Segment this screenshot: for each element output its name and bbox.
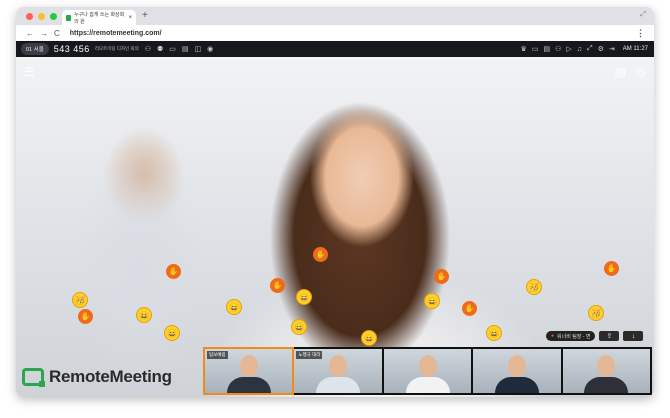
participants-icon[interactable]: ⚇ xyxy=(555,45,561,53)
share-icon: ⇪ xyxy=(606,333,613,340)
participant-body xyxy=(316,377,361,393)
party-emoji-icon: 🥳 xyxy=(526,279,542,295)
mic-icon[interactable]: ♫ xyxy=(577,46,582,53)
main-video: ☰ ▤ ◎ ✋ ✋ ✋ ✋ ✋ ✋ ✋ 😄 🥳 😄 😄 😄 😄 😄 😄 🥳 🥳 … xyxy=(16,57,654,397)
meeting-toolbar: 01 서울 543 456 리모트미팅 디자인 회의 ⚇ ⚉ ▭ ▤ ◫ ◉ ♛… xyxy=(16,41,654,57)
laughing-emoji-icon: 😄 xyxy=(136,307,152,323)
party-emoji-icon: 🥳 xyxy=(72,292,88,308)
camera-icon[interactable]: ◫ xyxy=(195,45,202,53)
participant-thumbnail[interactable] xyxy=(473,349,561,393)
forward-button[interactable]: → xyxy=(40,29,48,38)
clock: AM 11:27 xyxy=(622,46,648,52)
exit-icon[interactable]: ⇥ xyxy=(609,45,615,53)
favicon-icon xyxy=(66,14,72,21)
participant-face xyxy=(597,355,616,377)
remotemeeting-logo: RemoteMeeting xyxy=(22,367,172,387)
left-tools: ⚇ ⚉ ▭ ▤ ◫ ◉ xyxy=(145,45,214,53)
chat-icon[interactable]: ▤ xyxy=(543,45,550,53)
new-tab-button[interactable]: + xyxy=(142,10,148,22)
tab-bar: 누구나 쉽게 쓰는 화상회의 원 × + ⤢ xyxy=(16,7,654,25)
mic-active-icon: ● xyxy=(551,333,555,339)
laughing-emoji-icon: 😄 xyxy=(164,325,180,341)
participant-name: 팀보예림 xyxy=(207,351,228,359)
speaker-label: 워너비 팀장 - 변 xyxy=(557,333,591,340)
zoom-icon[interactable]: ◎ xyxy=(636,65,646,79)
maximize-window-button[interactable] xyxy=(50,13,57,20)
participant-thumbnail[interactable] xyxy=(383,349,472,393)
hand-icon: ✋ xyxy=(604,261,619,276)
nav-buttons: ← → C xyxy=(26,29,60,38)
expand-icon[interactable]: ⤢ xyxy=(640,11,646,19)
crown-icon[interactable]: ♛ xyxy=(521,45,527,53)
party-emoji-icon: 🥳 xyxy=(588,305,604,321)
download-icon: ↓ xyxy=(631,332,636,340)
fullscreen-icon[interactable]: ⤢ xyxy=(587,45,593,53)
participant-body xyxy=(405,377,450,393)
share-button[interactable]: ⇪ xyxy=(599,331,620,341)
address-bar: ← → C https://remotemeeting.com/ ⋮ xyxy=(16,25,654,41)
laughing-emoji-icon: 😄 xyxy=(361,330,377,346)
laughing-emoji-icon: 😄 xyxy=(226,299,242,315)
laughing-emoji-icon: 😄 xyxy=(296,289,312,305)
participant-body xyxy=(494,377,539,393)
participant-name: 노행규 대리 xyxy=(296,351,323,359)
screen-share-icon[interactable]: ▭ xyxy=(169,45,176,53)
participant-strip: 팀보예림 노행규 대리 xyxy=(202,347,652,395)
minimize-window-button[interactable] xyxy=(38,13,45,20)
list-icon[interactable]: ☰ xyxy=(24,65,35,79)
user-add-icon[interactable]: ⚉ xyxy=(157,45,163,53)
meeting-meta: 01 서울 543 456 리모트미팅 디자인 회의 xyxy=(21,43,139,55)
hand-icon: ✋ xyxy=(462,301,477,316)
participant-body xyxy=(584,377,629,393)
video-icon[interactable]: ▷ xyxy=(566,45,571,53)
layers-icon[interactable]: ▤ xyxy=(615,65,626,79)
participant-thumbnail[interactable]: 팀보예림 xyxy=(202,347,295,395)
laughing-emoji-icon: 😄 xyxy=(486,325,502,341)
participant-thumbnail[interactable]: 노행규 대리 xyxy=(294,349,382,393)
tab-title: 누구나 쉽게 쓰는 화상회의 원 xyxy=(74,11,125,25)
participant-face xyxy=(239,355,258,377)
document-icon[interactable]: ▤ xyxy=(182,45,189,53)
room-badge: 01 서울 xyxy=(21,43,49,55)
url-field[interactable]: https://remotemeeting.com/ xyxy=(70,30,162,37)
meeting-title: 리모트미팅 디자인 회의 xyxy=(94,46,139,51)
browser-tab[interactable]: 누구나 쉽게 쓰는 화상회의 원 × xyxy=(62,10,136,25)
window-controls xyxy=(26,13,57,20)
laughing-emoji-icon: 😄 xyxy=(291,319,307,335)
close-tab-icon[interactable]: × xyxy=(128,15,132,21)
laughing-emoji-icon: 😄 xyxy=(424,293,440,309)
speaker-badge: ● 워너비 팀장 - 변 xyxy=(546,331,596,341)
logo-text: RemoteMeeting xyxy=(49,367,172,386)
logo-mark-icon xyxy=(22,368,45,387)
settings-icon[interactable]: ⚙ xyxy=(598,45,604,53)
participant-body xyxy=(226,377,271,393)
meeting-id: 543 456 xyxy=(53,44,90,54)
participant-thumbnail[interactable] xyxy=(562,349,651,393)
download-button[interactable]: ↓ xyxy=(623,331,644,341)
record-icon[interactable]: ◉ xyxy=(207,45,213,53)
participant-face xyxy=(507,355,526,377)
hand-icon: ✋ xyxy=(434,269,449,284)
hand-icon: ✋ xyxy=(270,278,285,293)
hand-icon: ✋ xyxy=(78,309,93,324)
video-controls: ● 워너비 팀장 - 변 ⇪ ↓ xyxy=(546,331,644,341)
browser-window: 누구나 쉽게 쓰는 화상회의 원 × + ⤢ ← → C https://rem… xyxy=(16,7,654,397)
back-button[interactable]: ← xyxy=(26,29,34,38)
reload-button[interactable]: C xyxy=(54,29,60,38)
layout-icon[interactable]: ▭ xyxy=(532,45,539,53)
participant-face xyxy=(418,355,437,377)
participant-face xyxy=(329,355,348,377)
hand-icon: ✋ xyxy=(166,264,181,279)
hand-icon: ✋ xyxy=(313,247,328,262)
users-icon[interactable]: ⚇ xyxy=(145,45,151,53)
browser-menu-icon[interactable]: ⋮ xyxy=(636,28,645,39)
right-tools: ♛ ▭ ▤ ⚇ ▷ ♫ ⤢ ⚙ ⇥ AM 11:27 xyxy=(521,45,648,53)
close-window-button[interactable] xyxy=(26,13,33,20)
